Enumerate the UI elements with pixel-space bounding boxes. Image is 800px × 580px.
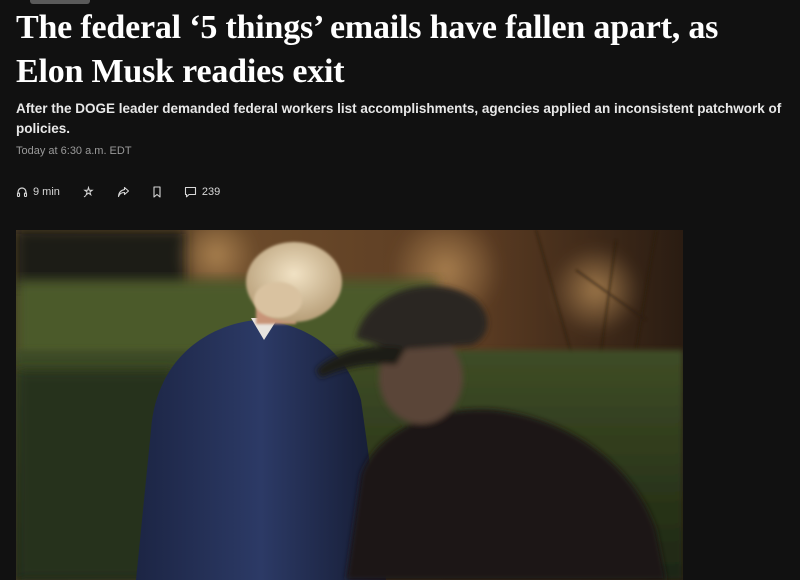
lead-photo-illustration xyxy=(16,230,683,580)
headline-line-2: Elon Musk readies exit xyxy=(16,53,345,90)
lead-photo[interactable] xyxy=(16,230,683,580)
bookmark-icon xyxy=(152,186,162,198)
share-button[interactable] xyxy=(117,186,130,198)
article-toolbar: 9 min 239 xyxy=(16,183,242,201)
gift-button[interactable] xyxy=(82,185,95,199)
comment-icon xyxy=(184,186,197,198)
subhead-line-1: After the DOGE leader demanded federal w… xyxy=(16,101,782,116)
article-timestamp: Today at 6:30 a.m. EDT xyxy=(16,145,132,157)
headline-line-1: The federal ‘5 things’ emails have falle… xyxy=(16,9,719,46)
share-icon xyxy=(117,186,130,198)
subhead-line-2: policies. xyxy=(16,121,71,136)
listen-button[interactable]: 9 min xyxy=(16,186,60,198)
article-headline: The federal ‘5 things’ emails have falle… xyxy=(16,6,800,94)
comments-count: 239 xyxy=(201,186,221,198)
article-page: The federal ‘5 things’ emails have falle… xyxy=(0,0,800,580)
headphones-icon xyxy=(16,186,28,198)
top-tab-indicator xyxy=(30,0,90,4)
listen-duration: 9 min xyxy=(33,186,60,198)
gift-icon xyxy=(82,185,95,199)
article-subhead: After the DOGE leader demanded federal w… xyxy=(16,99,800,139)
comments-button[interactable]: 239 xyxy=(184,186,220,198)
save-button[interactable] xyxy=(152,186,162,198)
